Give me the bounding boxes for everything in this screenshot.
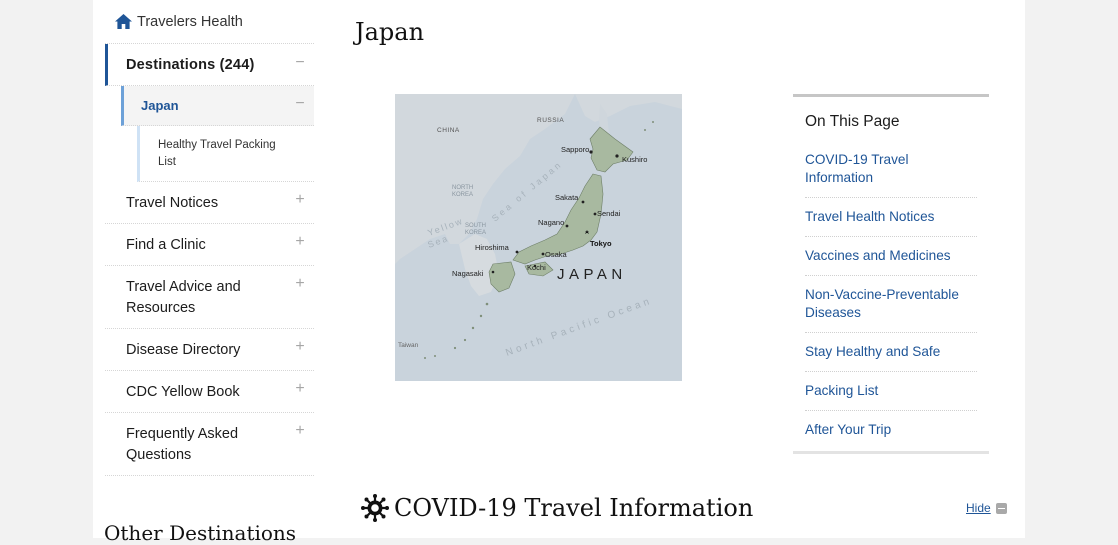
country-map: CHINA RUSSIA NORTH KOREA SOUTH KOREA Yel…: [395, 94, 682, 381]
on-this-page-list: COVID-19 Travel Information Travel Healt…: [793, 141, 989, 451]
otp-link-after-trip[interactable]: After Your Trip: [805, 411, 977, 451]
nav-item-label: Disease Directory: [126, 342, 241, 358]
on-this-page-title: On This Page: [805, 113, 900, 130]
nav-item-japan[interactable]: Japan −: [121, 86, 314, 126]
expand-toggle-icon[interactable]: +: [294, 234, 306, 250]
nav-item-travel-notices[interactable]: Travel Notices +: [105, 182, 314, 224]
page-container: Travelers Health Destinations (244) − Ja…: [93, 0, 1025, 545]
nav-item-find-a-clinic[interactable]: Find a Clinic +: [105, 224, 314, 266]
map-label-japan: JAPAN: [557, 266, 627, 283]
nav-item-label: Frequently Asked Questions: [126, 426, 239, 463]
home-icon: [115, 14, 132, 29]
other-destinations-heading: Other Destinations: [104, 521, 297, 545]
nav-item-packing-label: Healthy Travel Packing List: [158, 139, 276, 168]
expand-toggle-icon[interactable]: +: [294, 276, 306, 292]
covid-section-header: COVID-19 Travel Information: [361, 494, 753, 522]
covid-section-title: COVID-19 Travel Information: [394, 494, 754, 522]
map-label-pacific: North Pacific Ocean: [504, 295, 654, 358]
hide-section-button[interactable]: Hide: [966, 501, 1007, 515]
map-label-sakata: Sakata: [555, 193, 579, 202]
nav-item-label: Find a Clinic: [126, 237, 206, 253]
otp-link-vaccines[interactable]: Vaccines and Medicines: [805, 237, 977, 276]
on-this-page-panel: On This Page COVID-19 Travel Information…: [793, 94, 989, 454]
nav-item-destinations[interactable]: Destinations (244) −: [105, 44, 314, 86]
map-label-kushiro: Kushiro: [622, 155, 647, 164]
map-label-north-korea-2: KOREA: [452, 192, 473, 198]
otp-link-stay-healthy[interactable]: Stay Healthy and Safe: [805, 333, 977, 372]
nav-item-label: Travel Advice and Resources: [126, 279, 241, 316]
map-label-osaka: Osaka: [545, 250, 568, 259]
page-title: Japan: [355, 18, 425, 46]
map-label-kochi: Kochi: [527, 263, 546, 272]
nav-item-travel-advice[interactable]: Travel Advice and Resources +: [105, 266, 314, 329]
japan-map-graphic: CHINA RUSSIA NORTH KOREA SOUTH KOREA Yel…: [395, 94, 682, 359]
map-label-china: CHINA: [437, 127, 460, 134]
expand-toggle-icon[interactable]: +: [294, 192, 306, 208]
map-label-hiroshima: Hiroshima: [475, 243, 510, 252]
map-label-sendai: Sendai: [597, 209, 621, 218]
virus-icon: [361, 494, 389, 522]
nav-item-faq[interactable]: Frequently Asked Questions +: [105, 413, 314, 476]
otp-link-non-vaccine-diseases[interactable]: Non-Vaccine-Preventable Diseases: [805, 276, 977, 333]
otp-link-travel-notices[interactable]: Travel Health Notices: [805, 198, 977, 237]
map-label-nagano: Nagano: [538, 218, 564, 227]
nav-item-label: Travel Notices: [126, 195, 219, 211]
otp-link-covid[interactable]: COVID-19 Travel Information: [805, 141, 977, 198]
expand-toggle-icon[interactable]: +: [294, 381, 306, 397]
map-label-south-korea-2: KOREA: [465, 230, 486, 236]
nav-item-japan-label: Japan: [141, 98, 179, 113]
map-label-taiwan: Taiwan: [398, 342, 419, 349]
nav-item-packing-list[interactable]: Healthy Travel Packing List: [137, 126, 314, 182]
map-label-sapporo: Sapporo: [561, 145, 589, 154]
expand-toggle-icon[interactable]: +: [294, 423, 306, 439]
nav-item-label: CDC Yellow Book: [126, 384, 240, 400]
map-label-nagasaki: Nagasaki: [452, 269, 484, 278]
nav-item-yellow-book[interactable]: CDC Yellow Book +: [105, 371, 314, 413]
map-label-north-korea-1: NORTH: [452, 185, 473, 191]
hide-label: Hide: [966, 501, 991, 515]
left-nav: Travelers Health Destinations (244) − Ja…: [105, 0, 314, 476]
expand-toggle-icon[interactable]: +: [294, 339, 306, 355]
collapse-toggle-icon[interactable]: −: [294, 55, 306, 71]
map-label-south-korea-1: SOUTH: [465, 223, 486, 229]
nav-home-link[interactable]: Travelers Health: [105, 0, 314, 44]
nav-item-destinations-label: Destinations (244): [126, 57, 255, 73]
map-label-russia: RUSSIA: [537, 117, 564, 124]
otp-link-packing-list[interactable]: Packing List: [805, 372, 977, 411]
map-label-tokyo: Tokyo: [590, 239, 612, 248]
nav-item-disease-directory[interactable]: Disease Directory +: [105, 329, 314, 371]
collapse-toggle-icon[interactable]: −: [294, 96, 306, 112]
nav-home-label: Travelers Health: [137, 13, 243, 30]
collapse-icon: [995, 502, 1007, 514]
destinations-submenu: Japan − Healthy Travel Packing List: [121, 86, 314, 182]
